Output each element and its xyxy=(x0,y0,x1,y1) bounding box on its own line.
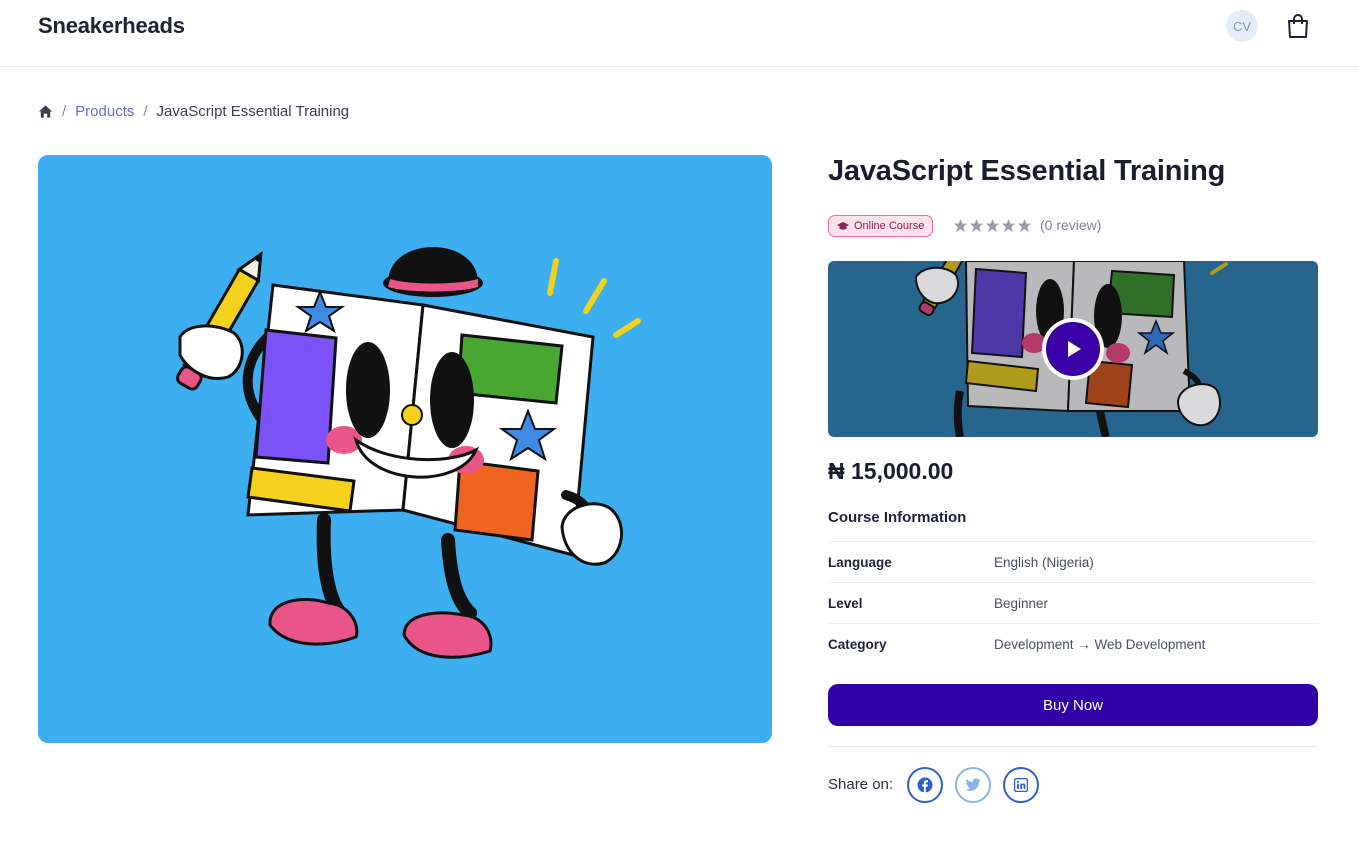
linkedin-share-button[interactable] xyxy=(1003,767,1039,803)
info-value: Beginner xyxy=(994,595,1049,611)
course-info-title: Course Information xyxy=(828,509,967,526)
brand-logo[interactable]: Sneakerheads xyxy=(38,13,185,39)
play-button[interactable] xyxy=(1042,318,1104,380)
user-avatar[interactable]: CV xyxy=(1226,10,1258,42)
facebook-share-button[interactable] xyxy=(907,767,943,803)
breadcrumb-products-link[interactable]: Products xyxy=(75,103,134,120)
star-icon xyxy=(985,218,1000,233)
breadcrumb: / Products / JavaScript Essential Traini… xyxy=(38,101,349,121)
info-value: English (Nigeria) xyxy=(994,554,1094,570)
linkedin-icon xyxy=(1014,778,1028,792)
info-label: Language xyxy=(828,554,892,570)
facebook-icon xyxy=(917,777,933,793)
product-title: JavaScript Essential Training xyxy=(828,155,1226,187)
badge-label: Online Course xyxy=(854,220,925,232)
course-info-table: Language English (Nigeria) Level Beginne… xyxy=(828,541,1318,664)
buy-now-button[interactable]: Buy Now xyxy=(828,684,1318,726)
info-value: Development → Web Development xyxy=(994,636,1206,652)
info-row-level: Level Beginner xyxy=(828,582,1318,623)
product-image xyxy=(38,155,772,743)
info-label: Level xyxy=(828,595,863,611)
star-icon xyxy=(1017,218,1032,233)
breadcrumb-separator: / xyxy=(62,102,67,120)
breadcrumb-separator: / xyxy=(143,102,148,120)
share-label: Share on: xyxy=(828,776,894,793)
graduation-cap-icon xyxy=(837,220,849,232)
review-count[interactable]: (0 review) xyxy=(1040,217,1101,233)
twitter-icon xyxy=(965,778,981,792)
product-price: ₦ 15,000.00 xyxy=(828,458,954,484)
top-header: Sneakerheads CV xyxy=(0,0,1359,67)
home-icon[interactable] xyxy=(38,104,53,119)
play-icon[interactable] xyxy=(1046,322,1100,376)
star-icon xyxy=(953,218,968,233)
star-icon xyxy=(969,218,984,233)
breadcrumb-current: JavaScript Essential Training xyxy=(156,102,350,120)
rating-stars xyxy=(953,218,1032,233)
star-icon xyxy=(1001,218,1016,233)
twitter-share-button[interactable] xyxy=(955,767,991,803)
info-row-language: Language English (Nigeria) xyxy=(828,541,1318,582)
shopping-bag-icon[interactable] xyxy=(1286,13,1310,39)
info-label: Category xyxy=(828,636,887,652)
online-course-badge: Online Course xyxy=(828,215,934,237)
divider xyxy=(828,746,1318,747)
info-row-category: Category Development → Web Development xyxy=(828,623,1318,664)
